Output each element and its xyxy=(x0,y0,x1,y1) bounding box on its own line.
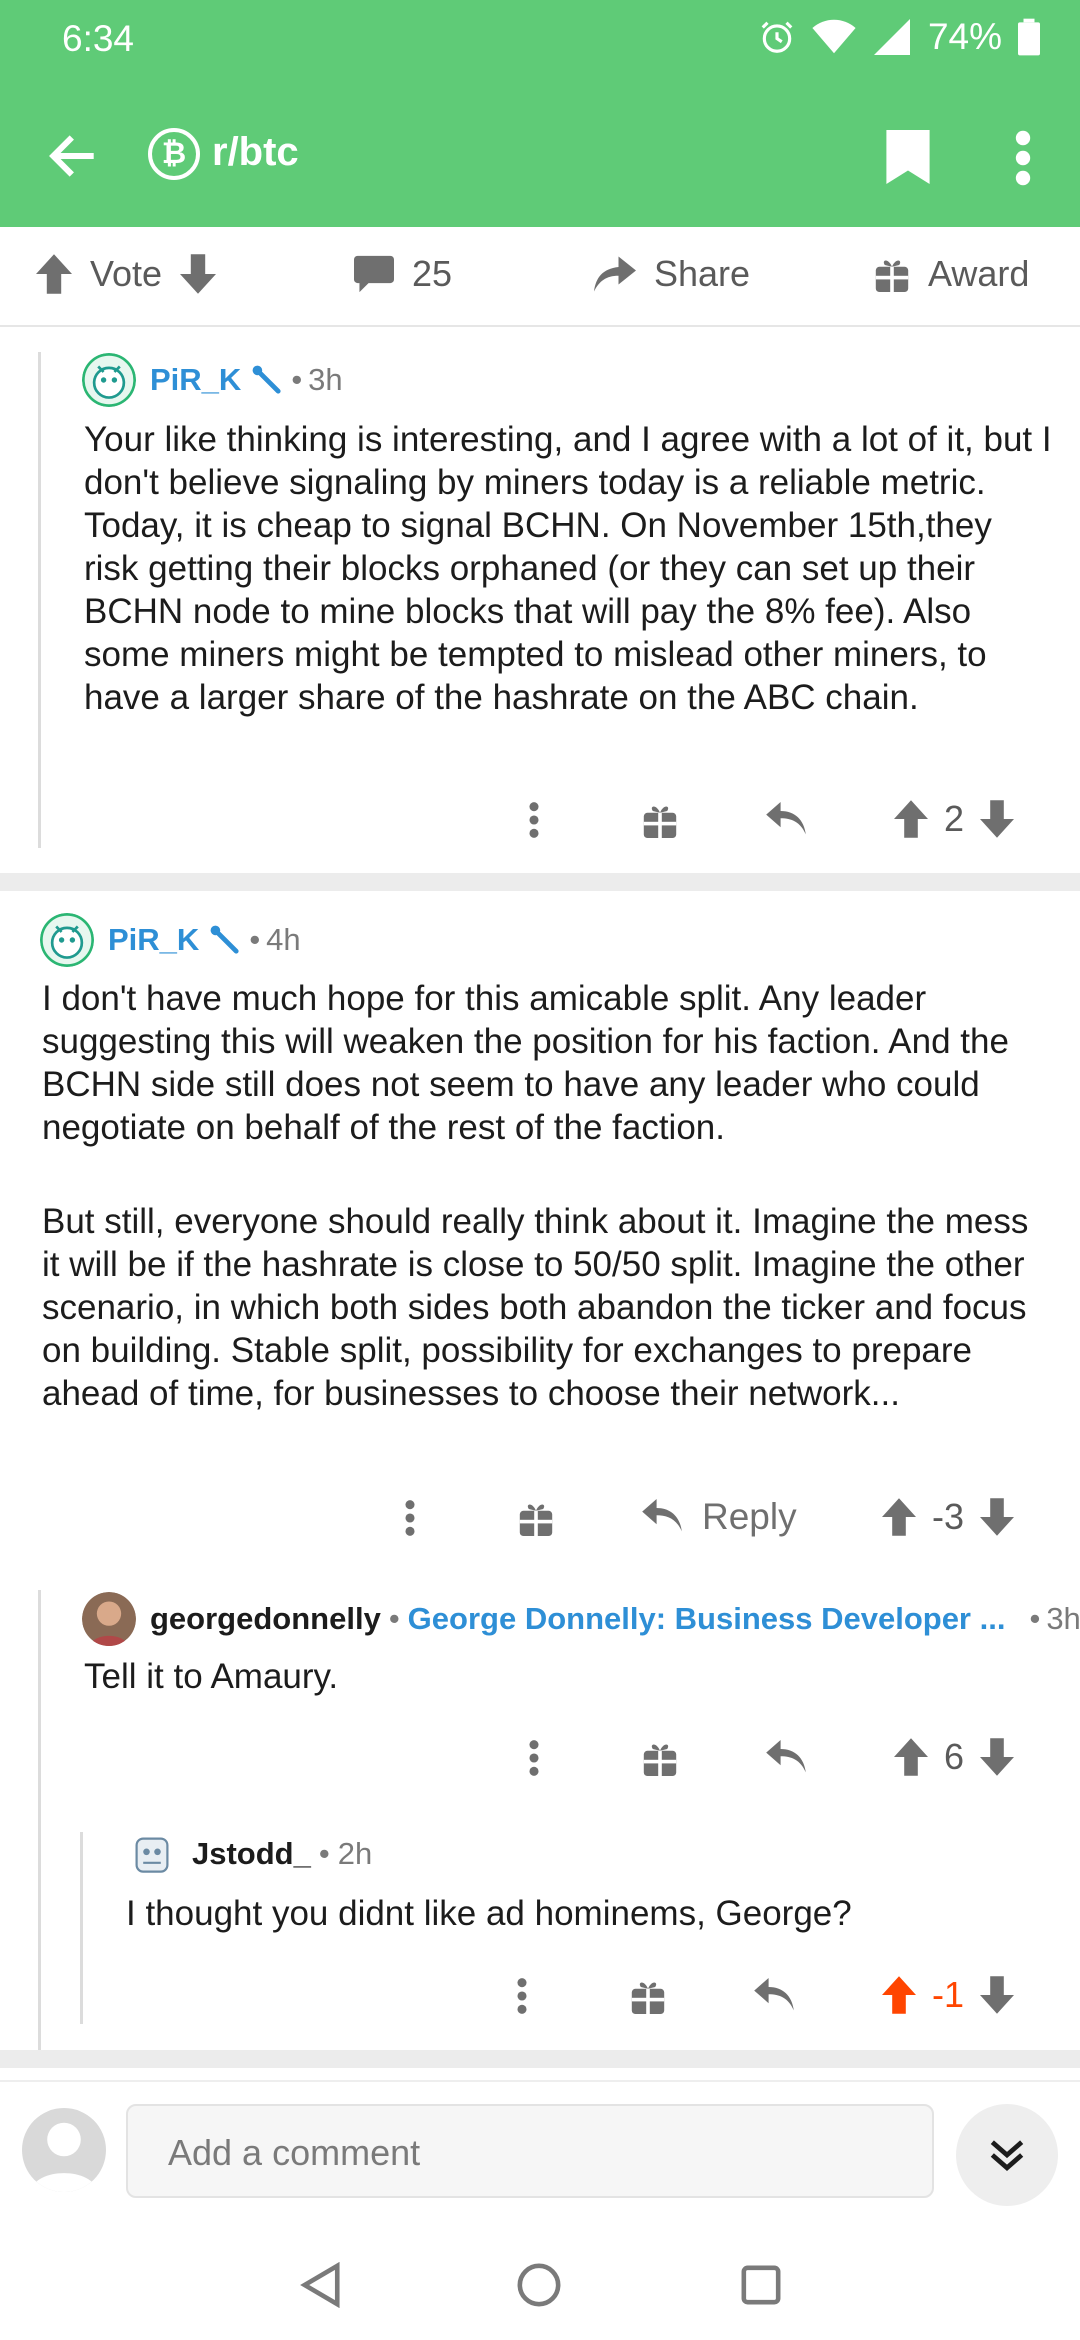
system-nav-bar xyxy=(0,2230,1080,2340)
comment-header: georgedonnelly • George Donnelly: Busine… xyxy=(82,1592,1080,1646)
award-label: Award xyxy=(928,253,1030,294)
vote-label: Vote xyxy=(90,253,163,294)
gift-icon[interactable] xyxy=(642,1740,678,1776)
comment-score: 2 xyxy=(944,798,965,839)
comment-vote: 2 xyxy=(894,798,1015,840)
comment-time: 4h xyxy=(266,922,301,957)
comment-body: I thought you didnt like ad hominems, Ge… xyxy=(126,1894,852,1933)
comment-more-icon[interactable] xyxy=(512,1976,532,2016)
thread-line xyxy=(80,1832,83,2024)
comments-button[interactable]: 25 xyxy=(354,253,452,295)
comment-score: 6 xyxy=(944,1736,965,1777)
reply-icon[interactable] xyxy=(754,1978,794,2014)
battery-percent: 74% xyxy=(927,16,1002,57)
signal-icon xyxy=(873,19,910,55)
downvote-icon[interactable] xyxy=(180,254,217,294)
user-avatar xyxy=(22,2108,106,2192)
comment-header: Jstodd_ • 2h xyxy=(130,1832,372,1876)
gift-icon[interactable] xyxy=(630,1978,666,2014)
comment-body-paragraph: I don't have much hope for this amicable… xyxy=(42,979,1009,1147)
avatar[interactable] xyxy=(82,353,136,407)
reply-button[interactable]: Reply xyxy=(642,1496,797,1538)
subreddit-name[interactable]: r/btc xyxy=(212,130,299,175)
reply-label: Reply xyxy=(702,1496,797,1537)
more-options-icon[interactable] xyxy=(1008,128,1038,188)
avatar[interactable] xyxy=(40,913,94,967)
comment-body-paragraph: But still, everyone should really think … xyxy=(42,1202,1029,1413)
reply-icon[interactable] xyxy=(766,1740,806,1776)
comment-time: 3h xyxy=(1046,1601,1080,1636)
reply-icon xyxy=(642,1499,682,1532)
comment-author[interactable]: PiR_K xyxy=(108,922,199,958)
comment-more-icon[interactable] xyxy=(524,800,544,840)
comment-more-icon[interactable] xyxy=(400,1498,420,1538)
wrench-icon xyxy=(252,365,281,394)
downvote-icon[interactable] xyxy=(980,1976,1015,2014)
user-silhouette-icon xyxy=(30,2122,98,2192)
subreddit-icon[interactable]: ₿ xyxy=(148,128,200,180)
comment-author[interactable]: Jstodd_ xyxy=(192,1836,311,1872)
upvote-icon[interactable] xyxy=(36,254,72,294)
comment-count: 25 xyxy=(412,253,453,294)
comment-header: PiR_K • 3h xyxy=(82,353,343,407)
status-bar: 6:34 74% xyxy=(0,0,1080,80)
comment-icon xyxy=(354,255,394,293)
post-action-bar: Vote 25 Share Award xyxy=(0,227,1080,327)
downvote-icon[interactable] xyxy=(980,1498,1015,1536)
add-comment-input[interactable]: Add a comment xyxy=(126,2104,934,2198)
compose-bar: Add a comment xyxy=(0,2080,1080,2220)
comment-vote: -1 xyxy=(882,1974,1015,2016)
collapse-button[interactable] xyxy=(956,2104,1058,2206)
comment-header: PiR_K • 4h xyxy=(40,913,301,967)
gift-icon[interactable] xyxy=(518,1500,554,1536)
downvote-icon[interactable] xyxy=(980,800,1015,838)
user-flair: George Donnelly: Business Developer ... xyxy=(407,1601,1006,1636)
share-icon xyxy=(594,256,636,292)
vote-control: Vote xyxy=(36,253,217,295)
comment-score: -1 xyxy=(932,1974,965,2015)
app-header: 6:34 74% ₿ r/btc xyxy=(0,0,1080,227)
nav-home-icon[interactable] xyxy=(516,2262,562,2308)
nav-back-icon[interactable] xyxy=(298,2262,342,2308)
double-chevron-down-icon xyxy=(990,2140,1024,2172)
downvote-icon[interactable] xyxy=(980,1738,1015,1776)
avatar[interactable] xyxy=(82,1592,136,1646)
thread-line xyxy=(38,1590,41,2060)
comment-time: 3h xyxy=(308,362,343,397)
comment-score: -3 xyxy=(932,1496,965,1537)
comment-separator xyxy=(0,2050,1080,2068)
thread-line xyxy=(38,352,41,848)
comment-vote: 6 xyxy=(894,1736,1015,1778)
upvote-icon[interactable] xyxy=(882,1498,916,1536)
avatar[interactable] xyxy=(130,1832,174,1876)
upvote-icon[interactable] xyxy=(894,800,928,838)
upvote-icon[interactable] xyxy=(882,1976,916,2014)
back-arrow-icon[interactable] xyxy=(44,128,100,184)
gift-icon[interactable] xyxy=(642,802,678,838)
nav-recents-icon[interactable] xyxy=(740,2264,782,2306)
comment-body: Your like thinking is interesting, and I… xyxy=(84,420,1052,717)
alarm-icon xyxy=(761,21,793,53)
gift-icon xyxy=(875,260,909,292)
comment-time: 2h xyxy=(337,1836,373,1871)
reply-icon[interactable] xyxy=(766,802,806,838)
comment-body: Tell it to Amaury. xyxy=(84,1657,339,1696)
comment-author[interactable]: PiR_K xyxy=(150,362,241,398)
upvote-icon[interactable] xyxy=(894,1738,928,1776)
comment-separator xyxy=(0,873,1080,891)
award-button[interactable]: Award xyxy=(874,253,1029,295)
app-bar: ₿ r/btc xyxy=(0,110,1080,200)
battery-icon xyxy=(1018,18,1040,56)
wrench-icon xyxy=(210,925,239,954)
status-time: 6:34 xyxy=(62,18,135,59)
comment-more-icon[interactable] xyxy=(524,1738,544,1778)
comment-author[interactable]: georgedonnelly xyxy=(150,1601,381,1637)
share-button[interactable]: Share xyxy=(594,253,750,295)
wifi-icon xyxy=(812,19,856,54)
share-label: Share xyxy=(654,253,751,294)
bookmark-icon[interactable] xyxy=(886,130,930,184)
comment-vote: -3 xyxy=(882,1496,1015,1538)
